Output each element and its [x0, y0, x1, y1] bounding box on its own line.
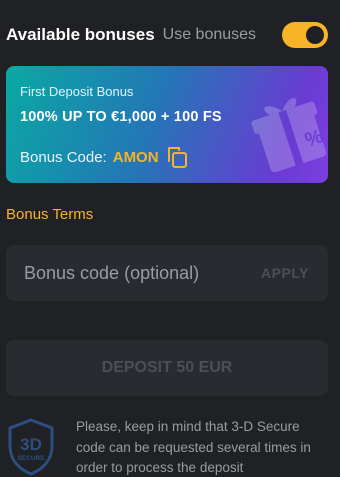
bonus-terms-link[interactable]: Bonus Terms: [6, 206, 93, 223]
first-deposit-bonus-card[interactable]: First Deposit Bonus 100% UP TO €1,000 + …: [6, 66, 328, 183]
gift-icon: %: [246, 92, 328, 173]
secure-badge-text: 3D: [20, 435, 42, 454]
3d-secure-note: Please, keep in mind that 3-D Secure cod…: [76, 419, 311, 475]
toggle-knob: [306, 26, 324, 44]
bonus-header: Available bonuses Use bonuses: [6, 22, 328, 48]
bonus-code-value: AMON: [112, 148, 159, 166]
bonus-panel: Available bonuses Use bonuses First Depo…: [0, 0, 340, 477]
available-bonuses-title: Available bonuses: [6, 25, 155, 44]
bonus-card-title: 100% UP TO €1,000 + 100 FS: [20, 109, 222, 125]
deposit-button[interactable]: DEPOSIT 50 EUR: [6, 340, 328, 396]
bonus-code-row: Bonus Code: AMON: [20, 146, 189, 168]
secure-badge-subtext: SECURE: [17, 455, 45, 462]
bonus-card-subtitle: First Deposit Bonus: [20, 84, 134, 99]
bonus-code-label: Bonus Code:: [20, 148, 107, 166]
3d-secure-shield-icon: 3D SECURE: [6, 418, 56, 476]
apply-button[interactable]: APPLY: [250, 260, 320, 286]
use-bonuses-label: Use bonuses: [162, 26, 257, 43]
use-bonuses-toggle[interactable]: [282, 22, 328, 48]
copy-icon[interactable]: [165, 145, 189, 169]
